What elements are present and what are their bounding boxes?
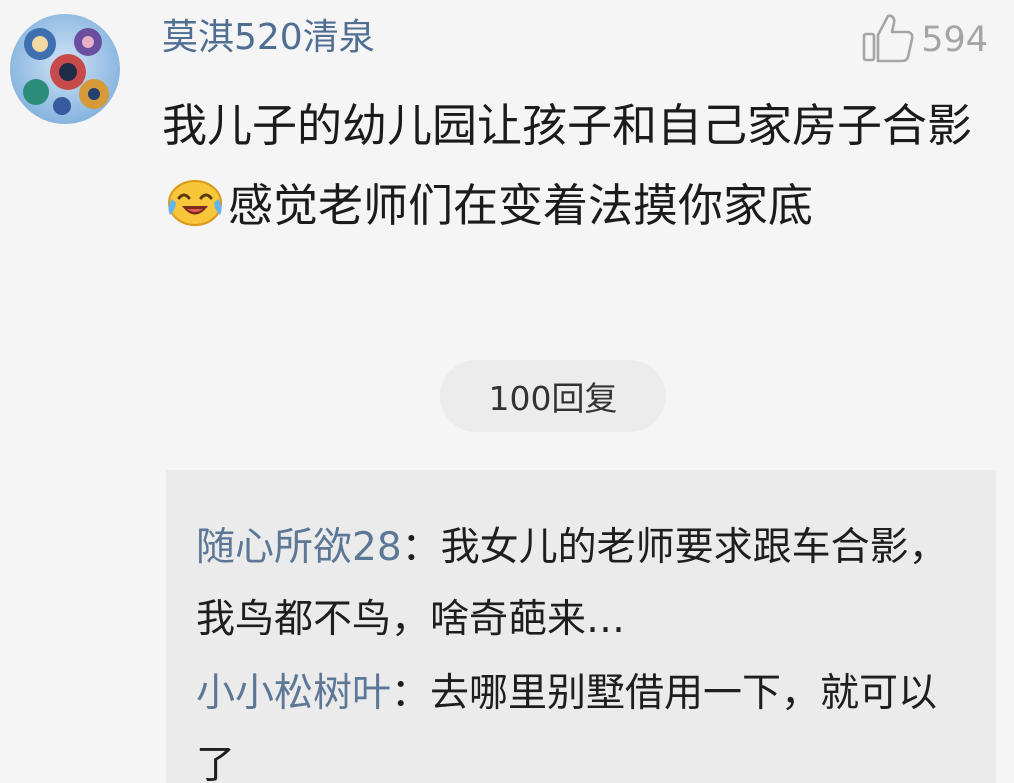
laugh-cry-emoji: [164, 172, 226, 226]
comment-text-part2: 感觉老师们在变着法摸你家底: [228, 179, 814, 232]
comment-text-part1: 我儿子的幼儿园让孩子和自己家房子合影: [162, 99, 973, 152]
view-replies-button[interactable]: 100回复: [440, 360, 666, 432]
reply-item[interactable]: 小小松树叶：去哪里别墅借用一下，就可以了: [196, 658, 966, 783]
reply-author[interactable]: 随心所欲28: [196, 525, 402, 570]
reply-item[interactable]: 随心所欲28：我女儿的老师要求跟车合影，我鸟都不鸟，啥奇葩来…: [196, 512, 966, 656]
reply-author[interactable]: 小小松树叶: [196, 671, 391, 716]
user-avatar[interactable]: [10, 14, 120, 124]
reply-separator: ：: [391, 671, 431, 716]
comment-text: 我儿子的幼儿园让孩子和自己家房子合影 感觉老师们在变着法摸你家底: [162, 86, 1002, 246]
thumbs-up-icon[interactable]: [861, 12, 915, 68]
comment-screen: 莫淇520清泉 594 我儿子的幼儿园让孩子和自己家房子合影 感觉老师们在变着法…: [0, 0, 1014, 783]
like-count: 594: [921, 20, 988, 60]
reply-separator: ：: [401, 525, 441, 570]
comment-username[interactable]: 莫淇520清泉: [162, 14, 375, 62]
like-button[interactable]: 594: [861, 10, 988, 70]
replies-panel: 随心所欲28：我女儿的老师要求跟车合影，我鸟都不鸟，啥奇葩来… 小小松树叶：去哪…: [166, 470, 996, 783]
